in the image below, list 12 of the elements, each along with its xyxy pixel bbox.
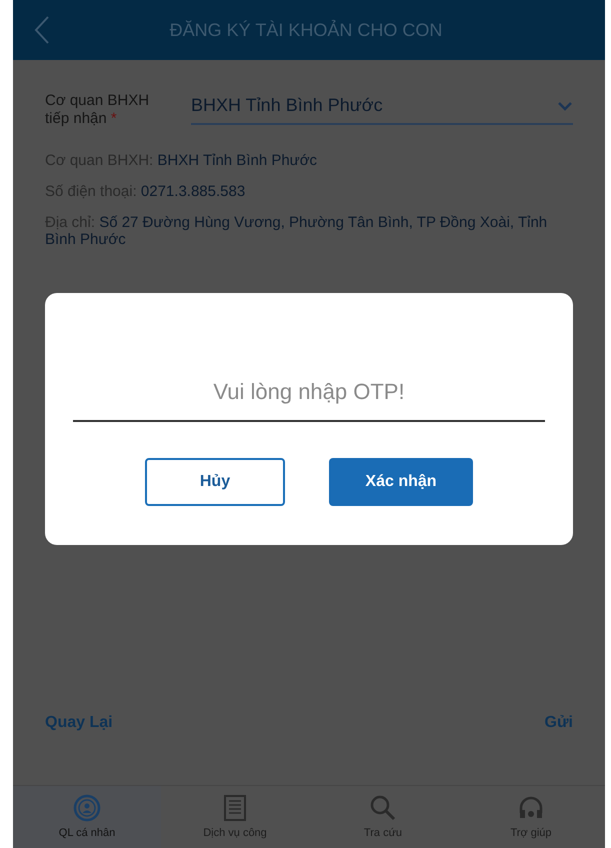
cancel-button[interactable]: Hủy (145, 458, 285, 506)
submit-link[interactable]: Gửi (544, 711, 573, 735)
agency-dropdown[interactable]: BHXH Tỉnh Bình Phước (191, 92, 573, 125)
nav-tab[interactable]: QL cá nhân (13, 786, 161, 848)
screen-title: ĐĂNG KÝ TÀI KHOẢN CHO CON (168, 18, 444, 42)
back-link[interactable]: Quay Lại (45, 711, 113, 735)
agency-label: Cơ quan BHXH tiếp nhận * (45, 91, 150, 128)
person-icon (72, 792, 102, 823)
otp-field[interactable]: Vui lòng nhập OTP! (73, 375, 545, 422)
back-icon[interactable] (33, 15, 51, 45)
confirm-button[interactable]: Xác nhận (329, 458, 473, 506)
chevron-down-icon (557, 100, 573, 110)
